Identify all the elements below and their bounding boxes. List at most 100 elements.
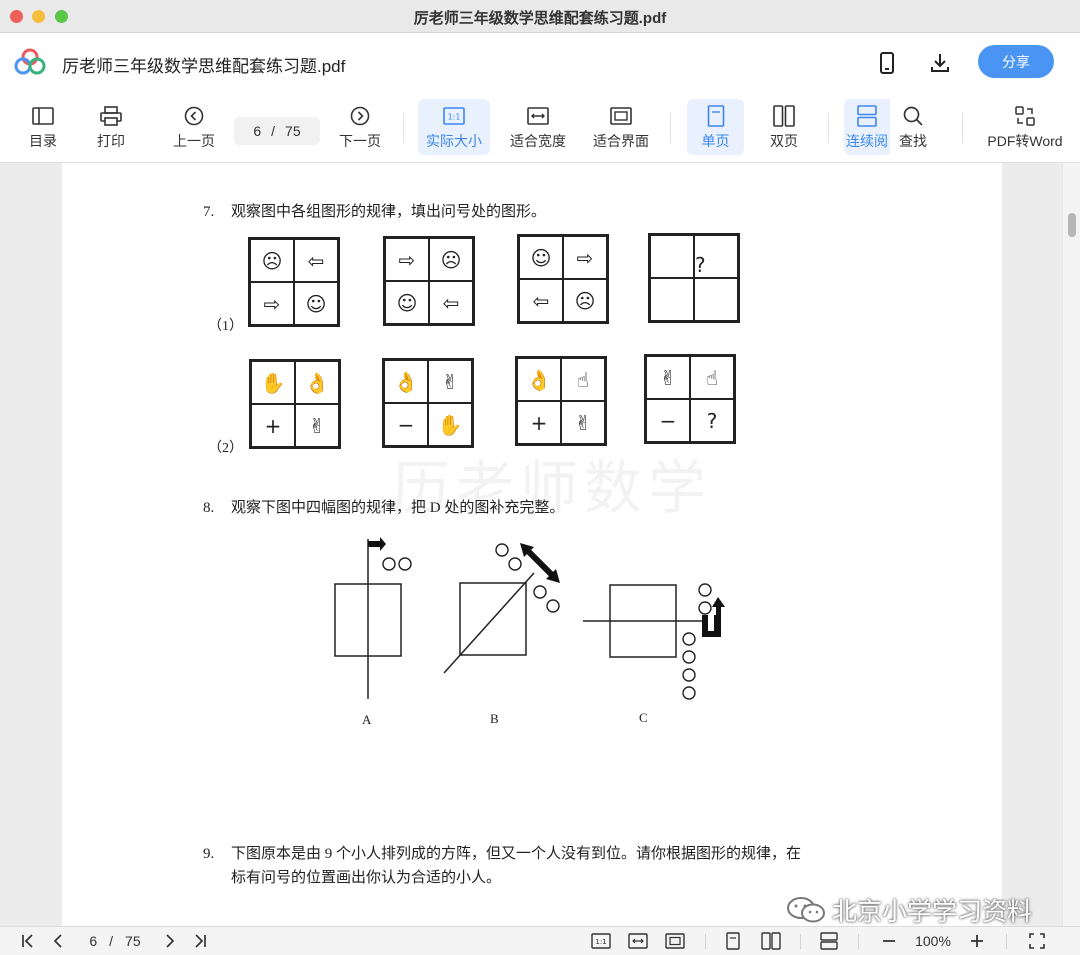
- row-2-label: （2）: [208, 441, 243, 456]
- status-divider: [800, 934, 801, 949]
- grid-cell: ☝: [690, 356, 734, 399]
- toc-button[interactable]: 目录: [18, 99, 68, 155]
- next-page-small-button[interactable]: [160, 931, 180, 951]
- wechat-watermark: 北京小学学习资料: [786, 892, 1032, 928]
- share-button[interactable]: 分享: [978, 45, 1054, 78]
- pdf-to-word-button[interactable]: PDF转Word: [982, 99, 1068, 155]
- fullscreen-button[interactable]: [1026, 931, 1048, 951]
- prev-page-button[interactable]: 上一页: [166, 99, 222, 155]
- grid-cell: [694, 278, 738, 321]
- printer-icon: [100, 105, 122, 126]
- grid-cell: ✌: [428, 360, 472, 403]
- svg-text:1:1: 1:1: [595, 938, 606, 946]
- status-divider: [858, 934, 859, 949]
- status-fit-window-button[interactable]: [664, 931, 686, 951]
- fit-window-button[interactable]: 适合界面: [586, 99, 656, 155]
- prev-page-small-button[interactable]: [48, 931, 68, 951]
- double-page-icon: [761, 932, 781, 950]
- grid-cell: +: [517, 401, 561, 444]
- single-page-icon: [707, 104, 724, 127]
- zoom-out-button[interactable]: [878, 931, 900, 951]
- double-page-icon: [773, 104, 795, 127]
- grid-cell: ?: [694, 235, 738, 278]
- continuous-scroll-label: 连续阅: [846, 132, 888, 149]
- grid-cell: [650, 278, 694, 321]
- page-separator: /: [271, 123, 276, 139]
- vertical-scrollbar[interactable]: [1062, 163, 1080, 926]
- grid-cell: −: [384, 403, 428, 446]
- answer-grid: ✌ ☝ − ?: [644, 354, 736, 444]
- grid-cell: ✋: [428, 403, 472, 446]
- question-8: 8. 观察下图中四幅图的规律，把 D 处的图补充完整。: [203, 496, 564, 517]
- first-page-button[interactable]: [18, 931, 38, 951]
- find-label: 查找: [899, 132, 927, 149]
- grid-cell: 👌: [295, 361, 339, 404]
- toolbar-divider: [403, 113, 404, 143]
- chevron-right-circle-icon: [350, 106, 370, 125]
- scrollbar-thumb[interactable]: [1068, 213, 1076, 237]
- chevron-left-circle-icon: [184, 106, 204, 125]
- grid-cell: ⇦: [519, 279, 563, 322]
- status-bar: 6 / 75 1:1 100%: [0, 926, 1080, 955]
- fit-window-icon: [665, 933, 685, 949]
- figure-a-label: A: [362, 712, 372, 727]
- convert-icon: [1015, 105, 1035, 126]
- grid-cell: ?: [690, 399, 734, 442]
- grid-cell: ☺: [519, 236, 563, 279]
- document-viewport[interactable]: 历老师数学 7. 观察图中各组图形的规律，填出问号处的图形。 （1） ☹ ⇦ ⇨ …: [0, 163, 1080, 926]
- toc-label: 目录: [29, 132, 57, 149]
- last-page-button[interactable]: [190, 931, 210, 951]
- status-double-page-button[interactable]: [760, 931, 782, 951]
- toolbar: 目录 打印 上一页 6 / 75 下一页 1:1 实际大小 适合宽度 适合界面 …: [0, 93, 1080, 163]
- continuous-scroll-button[interactable]: 连续阅: [844, 99, 890, 155]
- status-divider: [1006, 934, 1007, 949]
- status-fit-width-button[interactable]: [627, 931, 649, 951]
- status-single-page-button[interactable]: [722, 931, 744, 951]
- zoom-in-button[interactable]: [966, 931, 988, 951]
- pattern-grid: ⇨ ☹ ☺ ⇦: [383, 236, 475, 326]
- download-button[interactable]: [926, 49, 954, 77]
- total-pages: 75: [285, 123, 301, 139]
- page-number-input[interactable]: 6 / 75: [234, 117, 320, 145]
- question-9-continued: 标有问号的位置画出你认为合适的小人。: [203, 866, 501, 887]
- double-page-button[interactable]: 双页: [758, 99, 810, 155]
- grid-cell: ⇦: [429, 281, 473, 324]
- pdf-page: 历老师数学 7. 观察图中各组图形的规律，填出问号处的图形。 （1） ☹ ⇦ ⇨ …: [62, 163, 1002, 926]
- answer-grid: ?: [648, 233, 740, 323]
- pattern-grid: 👌 ☝ + ✌: [515, 356, 607, 446]
- zoom-level[interactable]: 100%: [910, 931, 956, 951]
- status-total-pages: 75: [125, 933, 141, 949]
- print-button[interactable]: 打印: [86, 99, 136, 155]
- fit-window-icon: [610, 106, 632, 125]
- mobile-view-button[interactable]: [873, 49, 901, 77]
- question-text-line-2: 标有问号的位置画出你认为合适的小人。: [231, 870, 502, 886]
- wechat-icon: [787, 897, 825, 923]
- status-divider: [705, 934, 706, 949]
- actual-size-button[interactable]: 1:1 实际大小: [418, 99, 490, 155]
- fit-width-icon: [628, 933, 648, 949]
- pattern-grid: ☹ ⇦ ⇨ ☺: [248, 237, 340, 327]
- next-page-button[interactable]: 下一页: [332, 99, 388, 155]
- question-9: 9. 下图原本是由 9 个小人排列成的方阵，但又一个人没有到位。请你根据图形的规律…: [203, 842, 801, 863]
- find-button[interactable]: 查找: [890, 99, 936, 155]
- print-label: 打印: [97, 132, 125, 149]
- grid-cell: ☹: [250, 239, 294, 282]
- status-continuous-button[interactable]: [818, 931, 840, 951]
- toolbar-divider: [962, 113, 963, 143]
- status-page-separator: /: [109, 933, 114, 949]
- single-page-button[interactable]: 单页: [687, 99, 744, 155]
- question-text-line-1: 下图原本是由 9 个小人排列成的方阵，但又一个人没有到位。请你根据图形的规律，在: [231, 846, 802, 862]
- figure-a: [334, 537, 412, 699]
- fit-window-label: 适合界面: [593, 132, 649, 149]
- fit-width-button[interactable]: 适合宽度: [504, 99, 572, 155]
- status-page-indicator[interactable]: 6 / 75: [80, 931, 150, 951]
- status-actual-size-button[interactable]: 1:1: [590, 931, 612, 951]
- grid-cell: ☝: [561, 358, 605, 401]
- chevron-left-icon: [53, 934, 62, 948]
- grid-cell: −: [646, 399, 690, 442]
- grid-cell: 👌: [384, 360, 428, 403]
- continuous-scroll-icon: [820, 932, 838, 950]
- grid-cell: ☹: [429, 238, 473, 281]
- prev-page-label: 上一页: [173, 132, 215, 149]
- fit-width-label: 适合宽度: [510, 132, 566, 149]
